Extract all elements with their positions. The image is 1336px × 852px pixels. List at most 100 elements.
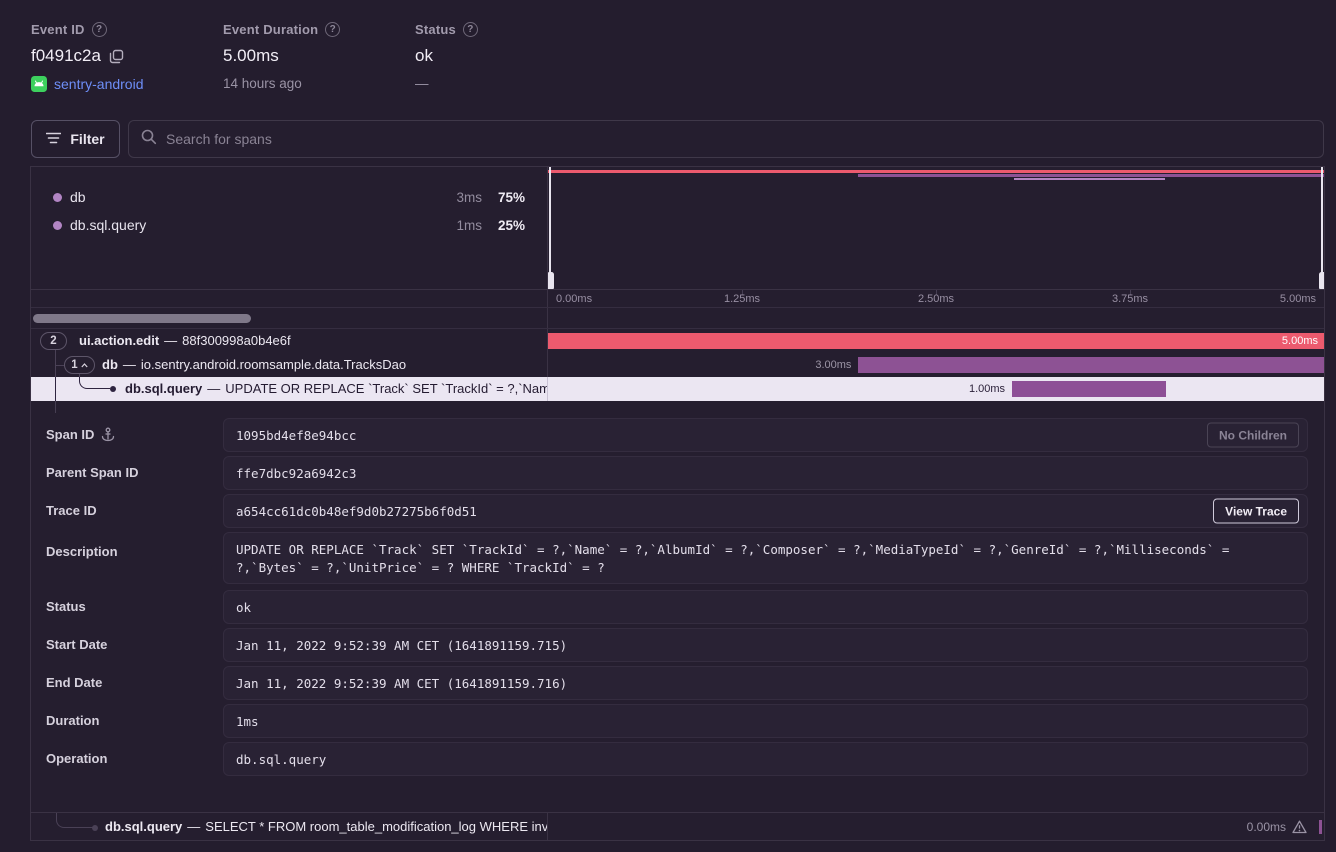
tree-hscrollbar-thumb[interactable] bbox=[33, 314, 251, 323]
minimap-span-purple bbox=[858, 174, 1324, 177]
description-value-box: UPDATE OR REPLACE `Track` SET `TrackId` … bbox=[223, 532, 1308, 584]
event-duration-value: 5.00ms bbox=[223, 46, 279, 66]
span-collapse-badge[interactable]: 1 bbox=[64, 356, 95, 374]
span-row-title: db—io.sentry.android.roomsample.data.Tra… bbox=[102, 353, 406, 377]
status-field-value: ok bbox=[236, 600, 251, 615]
view-trace-button[interactable]: View Trace bbox=[1213, 499, 1299, 524]
legend-row-db-sql-query[interactable]: db.sql.query 1ms 25% bbox=[31, 211, 547, 239]
span-bar-db bbox=[858, 357, 1324, 373]
op-duration: 3ms bbox=[456, 190, 482, 205]
start-date-value: Jan 11, 2022 9:52:39 AM CET (1641891159.… bbox=[236, 638, 567, 653]
time-axis-band: 0.00ms 1.25ms 2.50ms 3.75ms 5.00ms bbox=[31, 290, 1324, 308]
duration-value-box: 1ms bbox=[223, 704, 1308, 738]
axis-tick-label: 2.50ms bbox=[918, 293, 954, 305]
chevron-up-icon bbox=[81, 363, 88, 368]
trace-id-value-box: a654cc61dc0b48ef9d0b27275b6f0d51 View Tr… bbox=[223, 494, 1308, 528]
search-input[interactable] bbox=[166, 131, 1311, 147]
tree-hscrollbar-track bbox=[31, 308, 548, 328]
op-duration: 1ms bbox=[456, 218, 482, 233]
span-node-dot bbox=[110, 386, 116, 392]
scrollbar-band bbox=[31, 308, 1324, 329]
span-detail-page: Event ID ? f0491c2a sentry-android Event… bbox=[0, 0, 1336, 852]
span-row-title: db.sql.query—UPDATE OR REPLACE `Track` S… bbox=[125, 377, 548, 401]
op-name: db.sql.query bbox=[70, 217, 146, 233]
span-id-value: 1095bd4ef8e94bcc bbox=[236, 428, 356, 443]
warning-icon bbox=[1292, 820, 1307, 839]
tree-elbow-connector bbox=[56, 813, 94, 828]
axis-tick-label: 0.00ms bbox=[556, 293, 592, 305]
event-id-label-row: Event ID ? bbox=[31, 22, 144, 37]
trace-id-label: Trace ID bbox=[46, 503, 97, 518]
axis-left-spacer bbox=[31, 290, 548, 307]
duration-field-value: 1ms bbox=[236, 714, 259, 729]
copy-icon[interactable] bbox=[109, 49, 124, 64]
ops-breakdown: db 3ms 75% db.sql.query 1ms 25% bbox=[31, 167, 548, 289]
filter-button[interactable]: Filter bbox=[31, 120, 120, 158]
op-name: db bbox=[70, 189, 86, 205]
parent-span-id-value: ffe7dbc92a6942c3 bbox=[236, 466, 356, 481]
op-color-dot bbox=[53, 221, 62, 230]
span-duration-label: 3.00ms bbox=[815, 353, 851, 377]
op-color-dot bbox=[53, 193, 62, 202]
operation-value-box: db.sql.query bbox=[223, 742, 1308, 776]
span-bar-ui-action-edit: 5.00ms bbox=[548, 333, 1324, 349]
status-field-label: Status bbox=[46, 599, 86, 614]
trace-minimap[interactable] bbox=[548, 167, 1324, 289]
span-row-title: ui.action.edit—88f300998a0b4e6f bbox=[79, 329, 291, 353]
span-row-select-query[interactable]: db.sql.query—SELECT * FROM room_table_mo… bbox=[31, 812, 1324, 840]
description-value: UPDATE OR REPLACE `Track` SET `TrackId` … bbox=[236, 542, 1229, 575]
event-duration-label: Event Duration bbox=[223, 22, 318, 37]
event-id-label: Event ID bbox=[31, 22, 85, 37]
span-id-value-box: 1095bd4ef8e94bcc No Children bbox=[223, 418, 1308, 452]
span-bar-zero-duration bbox=[1319, 820, 1322, 834]
minimap-band: db 3ms 75% db.sql.query 1ms 25% bbox=[31, 167, 1324, 290]
end-date-value-box: Jan 11, 2022 9:52:39 AM CET (1641891159.… bbox=[223, 666, 1308, 700]
span-bar-db-sql-query bbox=[1012, 381, 1166, 397]
time-axis: 0.00ms 1.25ms 2.50ms 3.75ms 5.00ms bbox=[548, 290, 1324, 307]
span-search bbox=[128, 120, 1324, 158]
span-node-dot bbox=[92, 825, 98, 831]
parent-span-id-label: Parent Span ID bbox=[46, 465, 138, 480]
event-id-block: Event ID ? f0491c2a sentry-android bbox=[31, 22, 144, 92]
status-label: Status bbox=[415, 22, 456, 37]
project-link[interactable]: sentry-android bbox=[54, 76, 144, 92]
status-value-box: ok bbox=[223, 590, 1308, 624]
minimap-left-handle[interactable] bbox=[548, 167, 554, 289]
filter-lines-icon bbox=[46, 131, 61, 147]
search-icon bbox=[141, 129, 157, 150]
anchor-icon[interactable] bbox=[101, 427, 115, 442]
start-date-value-box: Jan 11, 2022 9:52:39 AM CET (1641891159.… bbox=[223, 628, 1308, 662]
no-children-button[interactable]: No Children bbox=[1207, 423, 1299, 448]
op-percent: 75% bbox=[498, 190, 525, 205]
tree-guide-line bbox=[55, 365, 64, 366]
filter-button-label: Filter bbox=[70, 131, 104, 147]
description-label: Description bbox=[46, 544, 118, 559]
android-project-icon bbox=[31, 76, 47, 92]
op-percent: 25% bbox=[498, 218, 525, 233]
span-row-db[interactable]: 1 db—io.sentry.android.roomsample.data.T… bbox=[31, 353, 1324, 377]
status-value: ok bbox=[415, 46, 433, 66]
axis-tick-label: 3.75ms bbox=[1112, 293, 1148, 305]
event-time-ago: 14 hours ago bbox=[223, 76, 302, 91]
duration-field-label: Duration bbox=[46, 713, 99, 728]
axis-tick-label: 5.00ms bbox=[1280, 293, 1316, 305]
span-row-db-sql-query-selected[interactable]: db.sql.query—UPDATE OR REPLACE `Track` S… bbox=[31, 377, 1324, 401]
span-row-title: db.sql.query—SELECT * FROM room_table_mo… bbox=[105, 813, 548, 840]
end-date-label: End Date bbox=[46, 675, 102, 690]
legend-row-db[interactable]: db 3ms 75% bbox=[31, 183, 547, 211]
operation-value: db.sql.query bbox=[236, 752, 326, 767]
help-icon[interactable]: ? bbox=[92, 22, 107, 37]
trace-view-panel: db 3ms 75% db.sql.query 1ms 25% bbox=[30, 166, 1325, 841]
end-date-value: Jan 11, 2022 9:52:39 AM CET (1641891159.… bbox=[236, 676, 567, 691]
minimap-span-lavender bbox=[1014, 178, 1165, 180]
help-icon[interactable]: ? bbox=[325, 22, 340, 37]
tree-guide-line bbox=[55, 377, 56, 401]
span-row-ui-action-edit[interactable]: 2 ui.action.edit—88f300998a0b4e6f 5.00ms bbox=[31, 329, 1324, 353]
status-block: Status ? ok — bbox=[415, 22, 478, 91]
minimap-right-handle[interactable] bbox=[1318, 167, 1324, 289]
span-children-badge[interactable]: 2 bbox=[40, 332, 67, 350]
parent-span-id-value-box: ffe7dbc92a6942c3 bbox=[223, 456, 1308, 490]
start-date-label: Start Date bbox=[46, 637, 107, 652]
help-icon[interactable]: ? bbox=[463, 22, 478, 37]
trace-id-value: a654cc61dc0b48ef9d0b27275b6f0d51 bbox=[236, 504, 477, 519]
